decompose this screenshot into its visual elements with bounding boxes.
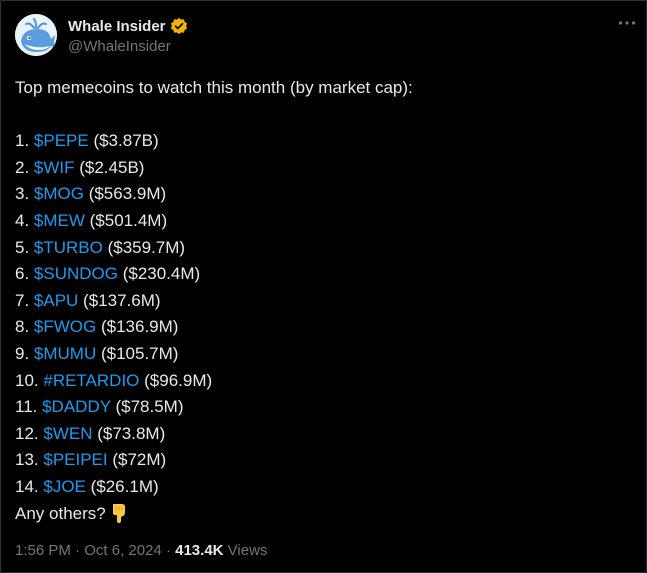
views-count: 413.4K	[175, 542, 224, 559]
list-item: 5. $TURBO ($359.7M)	[15, 235, 635, 262]
cashtag-link[interactable]: $WEN	[43, 424, 92, 443]
item-market-cap: ($26.1M)	[85, 476, 159, 496]
list-item: 1. $PEPE ($3.87B)	[15, 128, 635, 155]
cashtag-link[interactable]: $MOG	[34, 184, 84, 203]
tweet-time[interactable]: 1:56 PM	[15, 542, 71, 559]
cashtag-link[interactable]: $PEIPEI	[43, 450, 107, 469]
item-number: 9.	[15, 343, 34, 363]
item-market-cap: ($73.8M)	[92, 423, 166, 443]
item-number: 12.	[15, 423, 44, 443]
item-number: 2.	[15, 157, 34, 177]
item-number: 3.	[15, 184, 34, 204]
tweet-meta: 1:56 PM · Oct 6, 2024 · 413.4K Views	[15, 542, 267, 559]
item-market-cap: ($136.9M)	[96, 317, 179, 337]
list-item: 6. $SUNDOG ($230.4M)	[15, 261, 635, 288]
cashtag-link[interactable]: $WIF	[34, 158, 75, 177]
author-display-name[interactable]: Whale Insider	[68, 18, 166, 35]
list-item: 8. $FWOG ($136.9M)	[15, 314, 635, 341]
item-market-cap: ($137.6M)	[78, 290, 161, 310]
item-number: 8.	[15, 317, 34, 337]
item-market-cap: ($3.87B)	[88, 131, 159, 151]
verified-badge-icon	[170, 17, 187, 35]
meta-separator: ·	[161, 542, 176, 559]
item-market-cap: ($105.7M)	[96, 343, 179, 363]
item-number: 7.	[15, 290, 34, 310]
list-item: 7. $APU ($137.6M)	[15, 288, 635, 315]
cashtag-link[interactable]: $SUNDOG	[34, 264, 118, 283]
author-name-row[interactable]: Whale Insider	[68, 16, 188, 36]
item-market-cap: ($230.4M)	[117, 264, 201, 284]
list-item: 2. $WIF ($2.45B)	[15, 155, 635, 182]
cashtag-link[interactable]: $DADDY	[42, 397, 111, 416]
tweet-text: Top memecoins to watch this month (by ma…	[15, 75, 635, 527]
tweet-outro: Any others?	[15, 503, 106, 523]
more-dots-glyph	[618, 21, 636, 25]
item-number: 6.	[15, 264, 34, 284]
item-market-cap: ($563.9M)	[83, 184, 167, 204]
item-market-cap: ($359.7M)	[102, 237, 186, 257]
author-handle[interactable]: @WhaleInsider	[68, 38, 171, 55]
cashtag-link[interactable]: $JOE	[43, 477, 86, 496]
item-number: 1.	[15, 131, 34, 151]
meta-separator: ·	[70, 542, 85, 559]
cashtag-link[interactable]: $FWOG	[34, 317, 96, 336]
tweet-date[interactable]: Oct 6, 2024	[84, 542, 162, 559]
list-item: 9. $MUMU ($105.7M)	[15, 341, 635, 368]
item-market-cap: ($72M)	[107, 450, 167, 470]
item-number: 14.	[15, 476, 44, 496]
item-market-cap: ($501.4M)	[84, 210, 168, 230]
list-item: 12. $WEN ($73.8M)	[15, 421, 635, 448]
whale-icon	[15, 14, 57, 56]
views-label: Views	[227, 542, 268, 559]
pointing-down-hand-emoji	[112, 503, 125, 523]
item-market-cap: ($78.5M)	[110, 397, 184, 417]
item-number: 10.	[15, 370, 44, 390]
more-dots-icon[interactable]	[615, 11, 639, 35]
tweet-intro: Top memecoins to watch this month (by ma…	[15, 78, 413, 97]
avatar[interactable]	[15, 14, 57, 56]
list-item: 3. $MOG ($563.9M)	[15, 181, 635, 208]
hashtag-link[interactable]: #RETARDIO	[43, 371, 139, 390]
item-market-cap: ($96.9M)	[139, 370, 213, 390]
list-item: 14. $JOE ($26.1M)	[15, 474, 635, 501]
cashtag-link[interactable]: $PEPE	[34, 131, 89, 150]
cashtag-link[interactable]: $APU	[34, 291, 78, 310]
item-number: 4.	[15, 210, 34, 230]
item-number: 13.	[15, 450, 44, 470]
list-item: 4. $MEW ($501.4M)	[15, 208, 635, 235]
list-item: 13. $PEIPEI ($72M)	[15, 447, 635, 474]
cashtag-link[interactable]: $MUMU	[34, 344, 96, 363]
cashtag-link[interactable]: $MEW	[34, 211, 85, 230]
cashtag-link[interactable]: $TURBO	[34, 238, 103, 257]
item-market-cap: ($2.45B)	[74, 157, 145, 177]
list-item: 10. #RETARDIO ($96.9M)	[15, 368, 635, 395]
item-number: 5.	[15, 237, 34, 257]
list-item: 11. $DADDY ($78.5M)	[15, 394, 635, 421]
tweet-outro-line: Any others?	[15, 501, 635, 528]
item-number: 11.	[15, 397, 43, 417]
tweet-card: Whale Insider @WhaleInsider Top memecoin…	[0, 0, 647, 573]
